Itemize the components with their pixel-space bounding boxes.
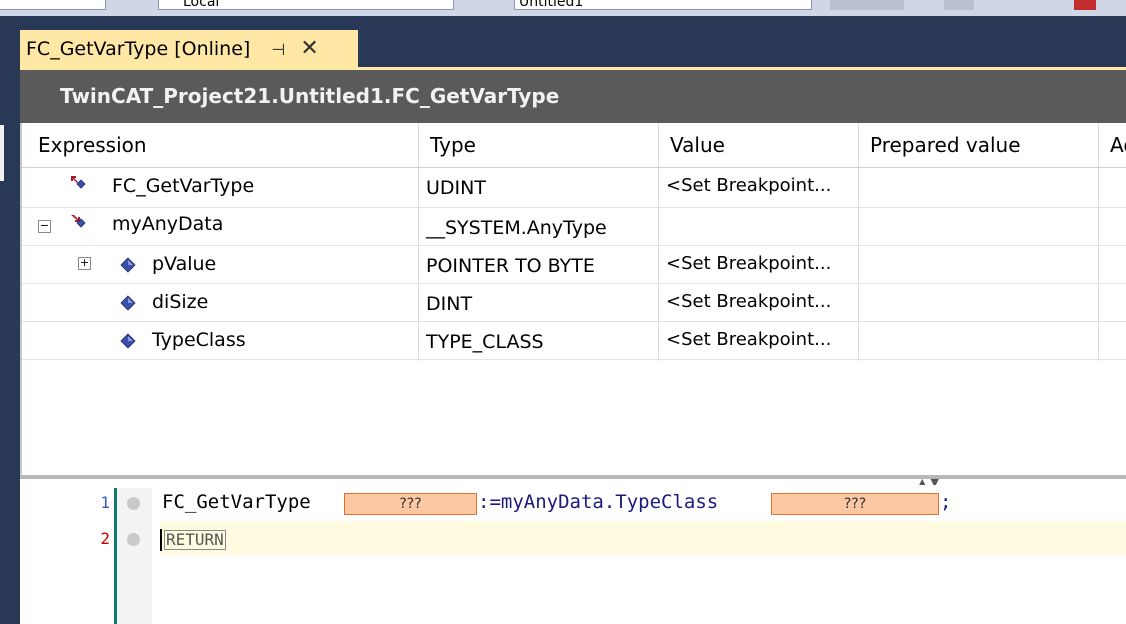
column-header-type[interactable]: Type [430, 123, 476, 167]
line-number: 1 [100, 493, 110, 512]
type-cell: UDINT [426, 177, 486, 199]
column-header-address[interactable]: Ad [1110, 123, 1126, 167]
project-combo[interactable]: Untitled1 [514, 0, 812, 10]
code-token: :=myAnyData.TypeClass [478, 491, 719, 513]
type-cell: __SYSTEM.AnyType [426, 217, 607, 239]
code-token: ; [940, 491, 952, 513]
row-divider [22, 359, 1126, 360]
close-icon[interactable]: ✕ [300, 38, 318, 60]
column-divider[interactable] [858, 123, 859, 361]
left-gap [6, 70, 20, 624]
collapse-toggle[interactable]: − [38, 220, 51, 233]
pin-icon[interactable]: ⊣ [270, 40, 286, 59]
column-divider[interactable] [1098, 123, 1099, 361]
pou-path: TwinCAT_Project21.Untitled1.FC_GetVarTyp… [60, 84, 560, 108]
pane-splitter[interactable] [20, 475, 1126, 479]
variable-icon [120, 333, 136, 349]
monitor-value-box[interactable]: ??? [344, 493, 477, 515]
value-cell: <Set Breakpoint... [666, 175, 832, 196]
return-keyword: RETURN [164, 530, 226, 550]
expression-cell: diSize [152, 291, 209, 313]
expand-toggle[interactable]: + [78, 257, 91, 270]
input-variable-icon [71, 215, 86, 228]
expression-cell: FC_GetVarType [112, 175, 255, 197]
breakpoint-marker[interactable] [127, 497, 140, 510]
path-bar: TwinCAT_Project21.Untitled1.FC_GetVarTyp… [20, 70, 1126, 123]
text-caret [160, 529, 162, 551]
solution-config-combo[interactable] [0, 0, 106, 10]
variable-icon [120, 257, 136, 273]
change-marker-bar [114, 488, 117, 624]
type-cell: TYPE_CLASS [426, 331, 544, 353]
monitor-value-box[interactable]: ??? [771, 493, 939, 515]
code-token: FC_GetVarType [162, 491, 311, 513]
type-cell: DINT [426, 293, 473, 315]
column-header-value[interactable]: Value [670, 123, 725, 167]
stop-button[interactable] [1074, 0, 1096, 10]
output-variable-icon [71, 176, 86, 189]
column-divider[interactable] [418, 123, 419, 361]
toolbar: Local Untitled1 [0, 0, 1126, 16]
current-line-highlight [160, 521, 1126, 555]
tab-title: FC_GetVarType [Online] [26, 38, 251, 60]
tab-fc-getvartype[interactable]: FC_GetVarType [Online] ⊣ ✕ [20, 30, 358, 68]
pou-editor: TwinCAT_Project21.Untitled1.FC_GetVarTyp… [20, 70, 1126, 624]
column-divider[interactable] [658, 123, 659, 361]
value-cell: <Set Breakpoint... [666, 253, 832, 274]
expression-cell: pValue [152, 253, 217, 275]
type-cell: POINTER TO BYTE [426, 255, 595, 277]
column-header-expression[interactable]: Expression [38, 123, 147, 167]
breakpoint-marker[interactable] [127, 533, 140, 546]
toolbar-button[interactable] [944, 0, 974, 10]
expression-cell: myAnyData [112, 213, 224, 235]
variable-icon [120, 295, 136, 311]
expression-cell: TypeClass [152, 329, 246, 351]
left-panel-edge [0, 125, 4, 181]
variable-table: Expression Type Value Prepared value Ad … [20, 123, 1126, 475]
value-cell: <Set Breakpoint... [666, 291, 832, 312]
value-cell: <Set Breakpoint... [666, 329, 832, 350]
code-editor[interactable]: 1 2 FC_GetVarType ??? :=myAnyData.TypeCl… [20, 485, 1126, 624]
column-header-prepared-value[interactable]: Prepared value [870, 123, 1021, 167]
toolbar-button[interactable] [830, 0, 904, 10]
target-system-combo[interactable]: Local [158, 0, 454, 10]
line-number: 2 [100, 529, 110, 548]
